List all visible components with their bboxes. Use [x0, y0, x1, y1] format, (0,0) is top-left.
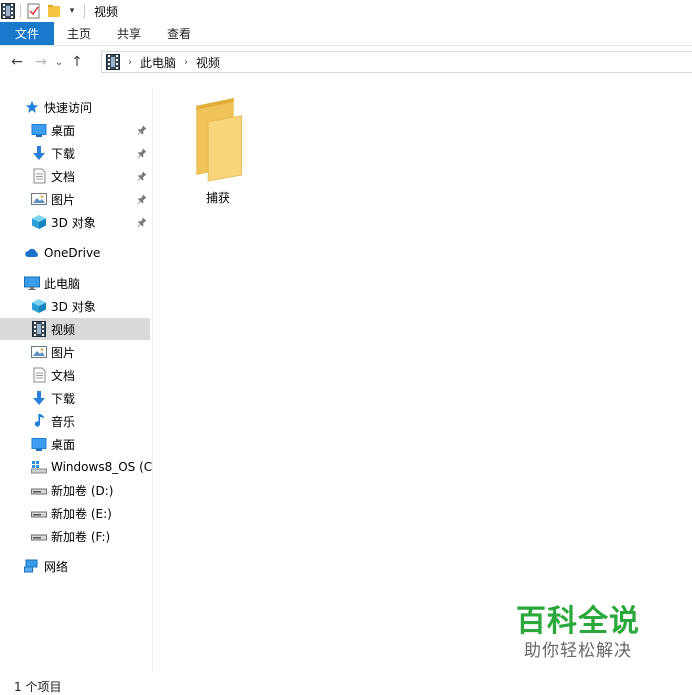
nav-label: Windows8_OS (C:)	[51, 460, 152, 474]
network-icon	[24, 558, 40, 574]
folder-icon	[196, 97, 243, 182]
document-icon	[31, 367, 47, 383]
nav-pc-drive-c[interactable]: Windows8_OS (C:)	[31, 456, 152, 478]
nav-label: 此电脑	[44, 276, 81, 291]
divider	[20, 4, 21, 18]
nav-label: OneDrive	[44, 246, 101, 260]
nav-label: 图片	[51, 192, 76, 207]
film-icon[interactable]	[1, 3, 15, 19]
nav-label: 新加卷 (E:)	[51, 506, 112, 521]
file-list: 捕获	[153, 78, 692, 673]
download-icon	[31, 390, 47, 406]
desktop-icon	[31, 122, 47, 138]
ribbon-tabs: 文件 主页 共享 查看	[0, 22, 692, 46]
cube-icon	[31, 298, 47, 314]
tab-file[interactable]: 文件	[0, 22, 54, 45]
nav-pc-desktop[interactable]: 桌面	[31, 433, 75, 455]
nav-quick-desktop[interactable]: 桌面	[31, 119, 152, 141]
nav-pc-drive-d[interactable]: 新加卷 (D:)	[31, 479, 113, 501]
drive-icon	[31, 528, 47, 544]
back-arrow-icon[interactable]: ←	[6, 51, 28, 73]
nav-pc-pictures[interactable]: 图片	[31, 341, 75, 363]
film-icon	[106, 54, 120, 70]
forward-arrow-icon[interactable]: →	[30, 51, 52, 73]
nav-quick-3d-objects[interactable]: 3D 对象	[31, 211, 152, 233]
film-icon	[31, 321, 47, 337]
nav-label: 3D 对象	[51, 299, 96, 314]
nav-label: 视频	[51, 322, 76, 337]
nav-label: 新加卷 (F:)	[51, 529, 111, 544]
drive-icon	[31, 505, 47, 521]
customize-toolbar-icon[interactable]: ▾	[65, 3, 79, 19]
nav-label: 桌面	[51, 437, 76, 452]
desktop-icon	[31, 436, 47, 452]
breadcrumb-this-pc[interactable]: 此电脑	[140, 54, 176, 71]
nav-quick-access[interactable]: 快速访问	[24, 96, 92, 118]
new-folder-icon[interactable]	[47, 3, 61, 19]
nav-label: 网络	[44, 559, 69, 574]
picture-icon	[31, 191, 47, 207]
document-icon	[31, 168, 47, 184]
pin-icon[interactable]	[137, 217, 147, 227]
watermark-subtitle: 助你轻松解决	[524, 641, 632, 661]
nav-label: 音乐	[51, 414, 76, 429]
nav-pc-videos[interactable]: 视频	[0, 318, 150, 340]
folder-name: 捕获	[205, 191, 230, 205]
nav-this-pc[interactable]: 此电脑	[24, 272, 80, 294]
computer-icon	[24, 275, 40, 291]
nav-network[interactable]: 网络	[24, 555, 68, 577]
address-bar[interactable]: › 此电脑 › 视频	[101, 51, 692, 73]
tab-share[interactable]: 共享	[104, 22, 154, 45]
tab-view[interactable]: 查看	[154, 22, 204, 45]
download-icon	[31, 145, 47, 161]
nav-quick-downloads[interactable]: 下载	[31, 142, 152, 164]
breadcrumb-videos[interactable]: 视频	[196, 54, 220, 71]
up-arrow-icon[interactable]: ↑	[66, 51, 88, 73]
windows-drive-icon	[31, 459, 47, 475]
nav-label: 快速访问	[44, 100, 93, 115]
status-item-count: 1 个项目	[14, 680, 62, 694]
watermark-title: 百科全说	[516, 604, 640, 639]
nav-pc-3d-objects[interactable]: 3D 对象	[31, 295, 96, 317]
music-note-icon	[31, 413, 47, 429]
chevron-right-icon[interactable]: ›	[128, 57, 132, 68]
nav-label: 下载	[51, 146, 76, 161]
chevron-right-icon[interactable]: ›	[184, 57, 188, 68]
drive-icon	[31, 482, 47, 498]
properties-icon[interactable]	[27, 3, 41, 19]
nav-pc-drive-f[interactable]: 新加卷 (F:)	[31, 525, 110, 547]
nav-label: 文档	[51, 169, 76, 184]
tab-home[interactable]: 主页	[54, 22, 104, 45]
picture-icon	[31, 344, 47, 360]
nav-quick-documents[interactable]: 文档	[31, 165, 152, 187]
watermark-logo: 百科全说 助你轻松解决	[500, 596, 660, 666]
navigation-pane: 快速访问 桌面 下载 文档 图片 3D 对象 OneDrive 此电脑 3D 对…	[0, 88, 153, 673]
recent-locations-chevron-icon[interactable]: ⌄	[52, 51, 66, 73]
pin-icon[interactable]	[137, 171, 147, 181]
navigation-bar: ← → ⌄ ↑ › 此电脑 › 视频	[0, 46, 692, 78]
pin-icon[interactable]	[137, 194, 147, 204]
nav-pc-documents[interactable]: 文档	[31, 364, 75, 386]
title-bar: ▾ 视频	[0, 0, 692, 22]
nav-pc-downloads[interactable]: 下载	[31, 387, 75, 409]
nav-label: 下载	[51, 391, 76, 406]
nav-label: 图片	[51, 345, 76, 360]
folder-item[interactable]: 捕获	[178, 96, 258, 206]
pin-icon[interactable]	[137, 148, 147, 158]
nav-pc-drive-e[interactable]: 新加卷 (E:)	[31, 502, 112, 524]
cube-icon	[31, 214, 47, 230]
star-icon	[24, 99, 40, 115]
nav-label: 3D 对象	[51, 215, 96, 230]
pin-icon[interactable]	[137, 125, 147, 135]
nav-quick-pictures[interactable]: 图片	[31, 188, 152, 210]
window-title: 视频	[94, 4, 119, 19]
cloud-icon	[24, 245, 40, 261]
nav-onedrive[interactable]: OneDrive	[24, 242, 100, 264]
nav-label: 文档	[51, 368, 76, 383]
nav-pc-music[interactable]: 音乐	[31, 410, 75, 432]
nav-label: 新加卷 (D:)	[51, 483, 114, 498]
divider	[84, 4, 85, 18]
nav-label: 桌面	[51, 123, 76, 138]
